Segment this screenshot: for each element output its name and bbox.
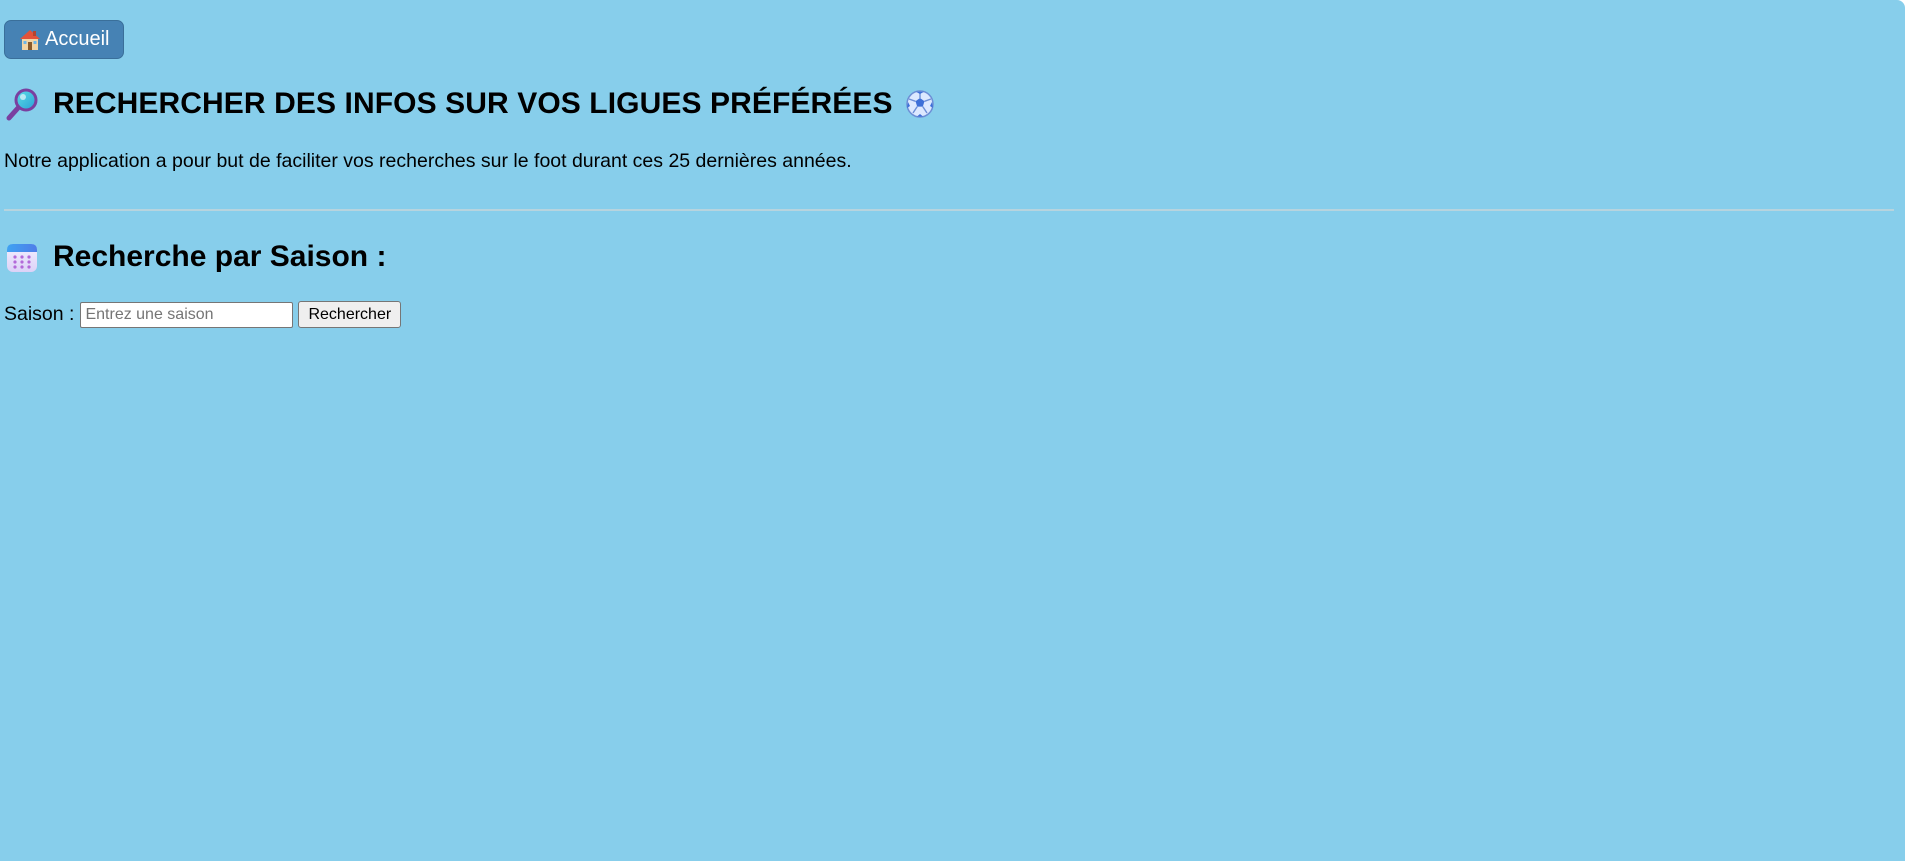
calendar-icon <box>7 244 37 272</box>
season-section-heading-row: Recherche par Saison : <box>6 240 386 274</box>
page-title: RECHERCHER DES INFOS SUR VOS LIGUES PRÉF… <box>53 87 893 120</box>
soccer-ball-icon <box>905 90 934 118</box>
section-divider <box>4 209 1894 211</box>
page-background: Accueil RECHERCHER DES INFOS SUR VOS LIG… <box>0 0 1905 861</box>
season-label: Saison : <box>4 303 75 325</box>
search-button[interactable]: Rechercher <box>298 301 402 328</box>
season-search-form: Saison : Rechercher <box>4 301 402 328</box>
season-input[interactable] <box>80 301 294 328</box>
intro-text: Notre application a pour but de facilite… <box>4 150 852 172</box>
season-section-heading: Recherche par Saison : <box>53 240 387 273</box>
page-title-row: RECHERCHER DES INFOS SUR VOS LIGUES PRÉF… <box>4 86 935 122</box>
home-button-label: Accueil <box>45 28 110 50</box>
home-button[interactable]: Accueil <box>4 20 124 59</box>
house-icon <box>20 29 40 50</box>
magnifying-glass-icon <box>6 88 38 121</box>
